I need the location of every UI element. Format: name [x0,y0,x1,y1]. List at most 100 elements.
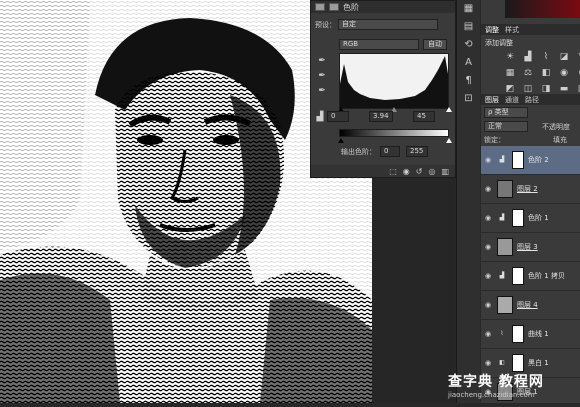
layer-mask-thumbnail[interactable] [512,151,524,169]
brightness-icon[interactable]: ☀ [503,51,517,63]
layer-row[interactable]: ◉ ▟ 色阶 1 拷贝 [481,262,580,291]
output-levels-row: 输出色阶： 0 255 [341,146,428,157]
reset-icon[interactable]: ↺ [416,167,423,176]
visibility-icon[interactable]: ◎ [428,167,435,176]
preset-row: 预设： 自定 [315,19,438,30]
properties-title: 色阶 [343,2,359,12]
histogram-graph [340,56,448,108]
output-black-slider[interactable] [338,138,344,143]
visibility-eye-icon[interactable]: ◉ [481,272,495,280]
tab-layers[interactable]: 图层 [485,95,499,105]
preset-select[interactable]: 自定 [338,19,438,30]
filter-row: ρ 类型 [484,107,528,118]
view-previous-icon[interactable]: ◉ [403,167,410,176]
fill-label: 填充 [553,136,567,144]
levels-layer-icon: ▟ [499,156,505,163]
layers-tabbar: 图层 通道 路径 [481,94,580,105]
levels-layer-icon: ▟ [499,272,505,279]
photo-filter-icon[interactable]: ◉ [557,67,571,79]
layer-name: 曲线 1 [528,330,549,338]
right-panel-dock: 调整 样式 添加调整 ☀ ▟ ⌇ ◪ ▽ ▦ ⚖ ◧ ◉ ⊕ ◩ ◫ ◨ ▬ ▣… [481,0,580,407]
layer-thumbnail [497,180,513,198]
lock-row: 锁定： 填充 [484,135,567,145]
tab-adjustments[interactable]: 调整 [485,25,499,35]
layer-row[interactable]: ◉ ▟ 色阶 1 [481,204,580,233]
opacity-label: 不透明度 [542,122,570,131]
adjustment-icons-grid: ☀ ▟ ⌇ ◪ ▽ ▦ ⚖ ◧ ◉ ⊕ ◩ ◫ ◨ ▬ ▣ [481,51,580,95]
input-gamma-field[interactable]: 3.94 [369,111,393,122]
auto-button[interactable]: 自动 [423,39,447,50]
layer-mask-thumbnail[interactable] [512,354,524,372]
visibility-eye-icon[interactable]: ◉ [481,185,495,193]
delete-icon[interactable]: ▥ [441,167,449,176]
black-white-icon[interactable]: ◧ [539,67,553,79]
vibrance-icon[interactable]: ▽ [575,51,580,63]
layer-row[interactable]: ◉ ▟ 色阶 2 [481,146,580,175]
brush-panel-icon[interactable]: ⊡ [457,90,480,108]
properties-tabbar: 色阶 [311,1,455,13]
white-eyedropper-icon[interactable]: ✒ [317,86,327,96]
output-white-field[interactable]: 255 [406,146,428,157]
input-white-field[interactable]: 45 [413,111,435,122]
layer-name: 色阶 1 拷贝 [528,272,565,280]
levels-properties-panel: 色阶 预设： 自定 RGB 自动 ✒ ✒ ✒ ▟ 0 3.94 45 输出色阶：… [310,0,456,178]
kind-filter-select[interactable]: ρ 类型 [484,107,528,118]
history-panel-icon[interactable]: ⟲ [457,36,480,54]
layer-name: 图层 4 [517,301,538,309]
layer-row[interactable]: ◉ 图层 3 [481,233,580,262]
blend-row: 正常 不透明度 [484,121,570,132]
output-label: 输出色阶： [341,147,376,156]
output-gradient [339,129,449,137]
channel-select[interactable]: RGB [339,39,419,50]
white-point-slider[interactable] [446,107,452,112]
curves-icon[interactable]: ⌇ [539,51,553,63]
levels-histogram [339,53,449,109]
layer-row[interactable]: ◉ ⌇ 曲线 1 [481,320,580,349]
black-eyedropper-icon[interactable]: ✒ [317,56,327,66]
output-white-slider[interactable] [446,138,452,143]
layer-mask-thumbnail[interactable] [512,209,524,227]
adjustments-panel: 调整 样式 添加调整 ☀ ▟ ⌇ ◪ ▽ ▦ ⚖ ◧ ◉ ⊕ ◩ ◫ ◨ ▬ ▣ [481,24,580,94]
mask-icon[interactable] [329,3,339,11]
visibility-eye-icon[interactable]: ◉ [481,243,495,251]
layers-panel: 图层 通道 路径 ρ 类型 正常 不透明度 锁定： 填充 ◉ ▟ 色阶 2 ◉ … [481,94,580,407]
color-panel-icon[interactable]: ▦ [457,0,480,18]
blend-mode-select[interactable]: 正常 [484,121,528,132]
layer-name: 色阶 2 [528,156,549,164]
channel-mixer-icon[interactable]: ⊕ [575,67,580,79]
swatches-panel-icon[interactable]: ▤ [457,18,480,36]
layer-name: 色阶 1 [528,214,549,222]
input-black-field[interactable]: 0 [327,111,349,122]
exposure-icon[interactable]: ◪ [557,51,571,63]
layer-name: 黑白 1 [528,359,549,367]
text-panel-icon[interactable]: A [457,54,480,72]
visibility-eye-icon[interactable]: ◉ [481,301,495,309]
tab-styles[interactable]: 样式 [505,25,519,35]
site-watermark: 查字典 教程网 jiaocheng.chazidian.com [448,371,580,403]
layer-row[interactable]: ◉ 图层 2 [481,175,580,204]
tab-channels[interactable]: 通道 [505,95,519,105]
tab-paths[interactable]: 路径 [525,95,539,105]
input-levels-row: ▟ 0 3.94 45 [315,111,435,122]
layer-row[interactable]: ◉ 图层 4 [481,291,580,320]
channel-row: RGB 自动 [339,39,447,50]
layer-mask-thumbnail[interactable] [512,325,524,343]
panel-icon-column: ▦ ▤ ⟲ A ¶ ⊡ [456,0,480,403]
levels-adjustment-icon [315,3,325,11]
gray-eyedropper-icon[interactable]: ✒ [317,71,327,81]
visibility-eye-icon[interactable]: ◉ [481,330,495,338]
adjustments-tabbar: 调整 样式 [481,24,580,35]
layer-mask-thumbnail[interactable] [512,267,524,285]
color-balance-icon[interactable]: ⚖ [521,67,535,79]
output-black-field[interactable]: 0 [380,146,400,157]
clip-to-layer-icon[interactable]: ⬚ [389,167,397,176]
visibility-eye-icon[interactable]: ◉ [481,156,495,164]
hue-saturation-icon[interactable]: ▦ [503,67,517,79]
levels-icon[interactable]: ▟ [521,51,535,63]
watermark-title: 查字典 教程网 [448,374,544,390]
visibility-eye-icon[interactable]: ◉ [481,359,495,367]
properties-footer: ⬚ ◉ ↺ ◎ ▥ [311,165,455,177]
paragraph-panel-icon[interactable]: ¶ [457,72,480,90]
color-picker-field[interactable] [505,0,580,18]
visibility-eye-icon[interactable]: ◉ [481,214,495,222]
